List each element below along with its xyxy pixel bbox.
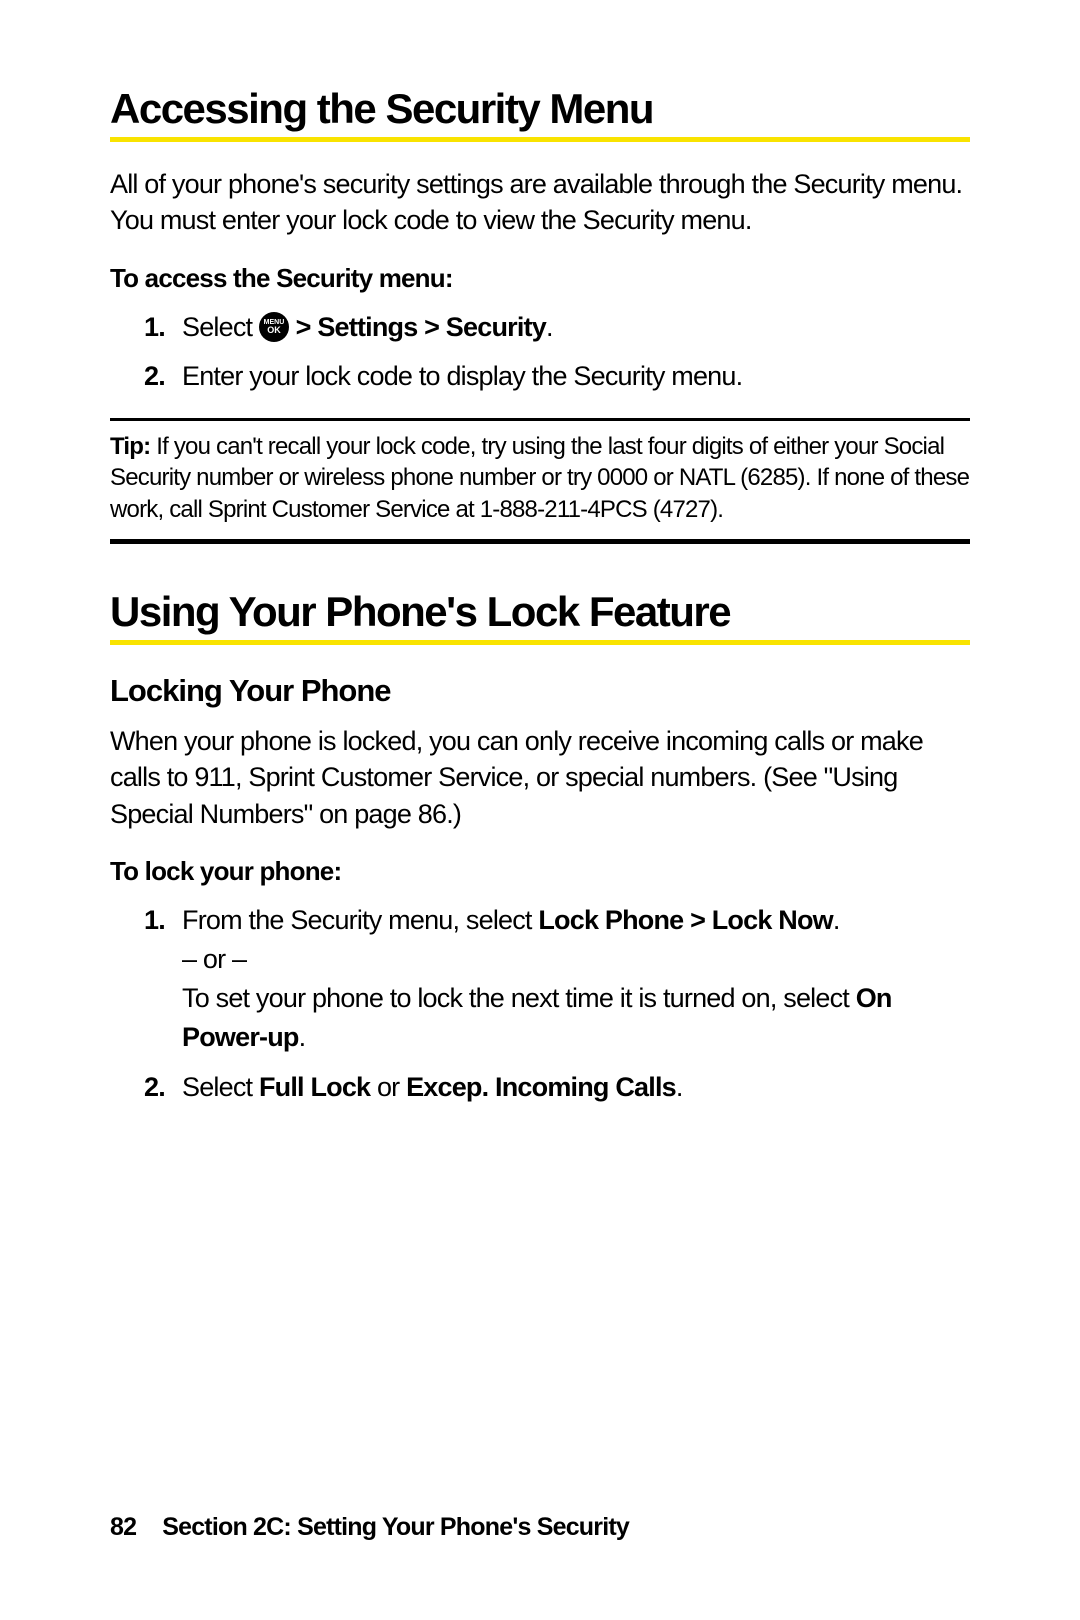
step-enter-lock-code: Enter your lock code to display the Secu… <box>110 357 970 396</box>
heading-underline <box>110 640 970 645</box>
step2-c: or <box>370 1072 406 1102</box>
steps-lock-phone: From the Security menu, select Lock Phon… <box>110 901 970 1107</box>
step-text-bold-path: > Settings > Security <box>289 312 546 342</box>
section-label: Section 2C: Setting Your Phone's Securit… <box>162 1513 629 1541</box>
subheading-locking-your-phone: Locking Your Phone <box>110 673 970 709</box>
tip-text: If you can't recall your lock code, try … <box>110 433 969 522</box>
step-text-period: . <box>546 312 553 342</box>
steps-access-security: Select MENUOK > Settings > Security. Ent… <box>110 308 970 396</box>
step-select-full-lock: Select Full Lock or Excep. Incoming Call… <box>110 1068 970 1107</box>
step2-b: Full Lock <box>259 1072 370 1102</box>
step-select-settings-security: Select MENUOK > Settings > Security. <box>110 308 970 347</box>
intro-paragraph-security-menu: All of your phone's security settings ar… <box>110 166 970 239</box>
page-number: 82 <box>110 1513 136 1541</box>
heading-underline <box>110 137 970 142</box>
heading-accessing-security-menu: Accessing the Security Menu <box>110 85 970 133</box>
heading-using-lock-feature: Using Your Phone's Lock Feature <box>110 588 970 636</box>
procedure-label-access-security: To access the Security menu: <box>110 263 970 294</box>
step1-line1-c: . <box>833 905 840 935</box>
menu-ok-icon: MENUOK <box>259 312 289 342</box>
step1-line1-b: Lock Phone > Lock Now <box>538 905 833 935</box>
step1-line1-a: From the Security menu, select <box>182 905 538 935</box>
step2-d: Excep. Incoming Calls <box>406 1072 676 1102</box>
step-lock-now-or-powerup: From the Security menu, select Lock Phon… <box>110 901 970 1058</box>
step-text-prefix: Select <box>182 312 259 342</box>
manual-page: Accessing the Security Menu All of your … <box>0 0 1080 1620</box>
intro-paragraph-locking: When your phone is locked, you can only … <box>110 723 970 832</box>
page-footer: 82 Section 2C: Setting Your Phone's Secur… <box>110 1513 629 1542</box>
step2-a: Select <box>182 1072 259 1102</box>
tip-block: Tip: If you can't recall your lock code,… <box>110 418 970 544</box>
tip-label: Tip: <box>110 433 150 460</box>
procedure-label-lock-phone: To lock your phone: <box>110 856 970 887</box>
step1-line2-or: – or – <box>182 944 246 974</box>
step2-e: . <box>676 1072 683 1102</box>
step1-line3-a: To set your phone to lock the next time … <box>182 983 856 1013</box>
step1-line3-c: . <box>299 1022 306 1052</box>
